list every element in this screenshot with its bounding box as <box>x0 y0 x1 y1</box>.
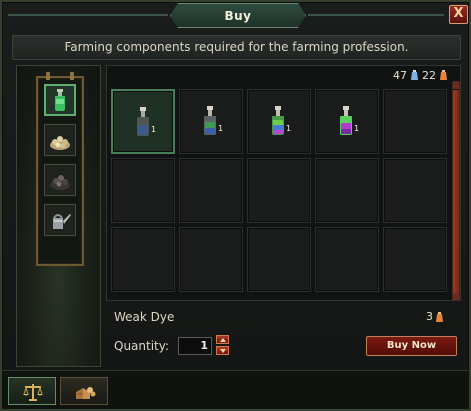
item-grid: 1 1 1 1 <box>109 87 452 298</box>
frame-hook <box>46 72 50 80</box>
item-quantity: 1 <box>218 124 224 133</box>
category-watering-button[interactable] <box>44 204 76 236</box>
selected-item-name: Weak Dye <box>114 310 175 324</box>
item-slot[interactable]: 1 <box>315 89 379 154</box>
dark-seed-pile-icon <box>50 175 70 190</box>
scroll-down-arrow[interactable] <box>453 293 459 300</box>
quantity-label: Quantity: <box>114 339 170 353</box>
description-banner: Farming components required for the farm… <box>12 35 461 60</box>
goods-crate-icon <box>76 387 96 399</box>
watering-can-icon <box>53 214 71 229</box>
empty-slot[interactable] <box>383 158 447 223</box>
item-quantity: 1 <box>354 124 360 133</box>
item-slot[interactable]: 1 <box>111 89 175 154</box>
empty-slot[interactable] <box>179 227 243 292</box>
empty-slot[interactable] <box>315 158 379 223</box>
item-slot[interactable]: 1 <box>179 89 243 154</box>
category-panel <box>16 65 101 367</box>
empty-slot[interactable] <box>315 227 379 292</box>
empty-slot[interactable] <box>383 227 447 292</box>
empty-slot[interactable] <box>247 158 311 223</box>
quantity-decrease-button[interactable] <box>216 346 229 355</box>
category-frame <box>36 72 84 266</box>
empty-slot[interactable] <box>179 158 243 223</box>
scroll-up-arrow[interactable] <box>453 82 459 89</box>
purple-green-dye-bottle-icon <box>340 106 352 135</box>
empty-slot[interactable] <box>383 89 447 154</box>
secondary-currency-amount: 22 <box>422 68 436 82</box>
empty-slot[interactable] <box>111 227 175 292</box>
item-slot[interactable]: 1 <box>247 89 311 154</box>
category-fertilizer-button[interactable] <box>44 164 76 196</box>
seed-pile-icon <box>50 136 70 150</box>
primary-currency-amount: 47 <box>393 68 407 82</box>
scroll-thumb[interactable] <box>453 90 459 294</box>
title-divider-left <box>8 14 168 16</box>
blue-bag-icon <box>411 70 418 80</box>
currency-display: 47 22 <box>393 68 448 82</box>
empty-slot[interactable] <box>111 158 175 223</box>
category-seeds-button[interactable] <box>44 124 76 156</box>
empty-slot[interactable] <box>247 227 311 292</box>
rainbow-dye-bottle-icon <box>272 106 284 135</box>
scales-icon <box>23 384 43 401</box>
item-scrollbar[interactable] <box>452 81 460 301</box>
orange-bag-icon <box>440 70 447 80</box>
grey-dye-bottle-icon <box>137 107 149 136</box>
tab-buy[interactable] <box>8 377 56 405</box>
buy-window: Buy X Farming components required for th… <box>0 0 471 411</box>
title-bar: Buy X <box>2 2 469 30</box>
item-quantity: 1 <box>151 125 157 134</box>
close-button[interactable]: X <box>449 5 468 24</box>
orange-bag-icon <box>436 311 443 322</box>
bottom-tab-bar <box>2 370 469 409</box>
green-bottle-icon <box>55 89 65 111</box>
category-dye-button[interactable] <box>44 84 76 116</box>
frame-hook <box>70 72 74 80</box>
quantity-increase-button[interactable] <box>216 335 229 344</box>
quantity-input[interactable]: 1 <box>178 337 212 355</box>
items-panel: 47 22 1 1 1 1 <box>106 65 461 301</box>
tab-sell[interactable] <box>60 377 108 405</box>
window-title: Buy <box>170 3 306 28</box>
item-quantity: 1 <box>286 124 292 133</box>
price-value: 3 <box>426 310 433 323</box>
title-divider-right <box>308 14 444 16</box>
buy-now-button[interactable]: Buy Now <box>366 336 457 356</box>
selected-item-price: 3 <box>426 310 444 323</box>
green-dye-bottle-icon <box>204 106 216 135</box>
